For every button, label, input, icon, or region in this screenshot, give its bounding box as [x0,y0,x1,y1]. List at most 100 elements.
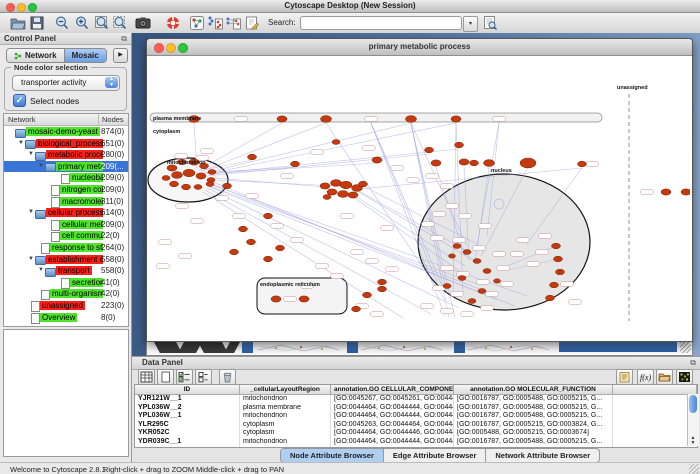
network-node[interactable] [406,116,417,123]
table-cell[interactable]: [GO:0016787, GO:0005488, GO:0005215, G..… [454,395,613,404]
network-node[interactable] [170,181,179,187]
tab-edge-attribute-browser[interactable]: Edge Attribute Browser [383,449,485,462]
network-node[interactable] [327,189,337,195]
network-node[interactable] [463,250,471,255]
search-dropdown-arrow-icon[interactable]: ▾ [463,16,478,32]
network-node[interactable] [552,243,561,249]
table-cell[interactable]: [GO:0044464, GO:0044444, GO:0044425, G..… [331,438,454,447]
help-lifering-icon[interactable] [165,15,181,31]
network-node[interactable] [194,185,202,190]
network-node[interactable] [239,226,248,232]
network-node[interactable] [484,160,495,167]
table-cell[interactable] [613,404,697,413]
table-cell[interactable]: [GO:0016787, GO:0005488, GO:0005215, G..… [454,404,613,413]
network-node[interactable] [352,306,361,312]
table-cell[interactable]: YLR295C [135,421,240,430]
network-node[interactable] [556,269,565,275]
layout-nodes-icon[interactable] [207,15,223,31]
node-color-dropdown[interactable]: transporter activity ▲▼ [12,75,120,91]
scrollbar-thumb[interactable] [689,395,697,413]
snapshot-icon[interactable] [135,15,151,31]
network-node[interactable] [520,158,536,168]
attribute-matrix-icon[interactable] [676,369,693,385]
table-cell[interactable] [613,421,697,430]
table-cell[interactable]: plasma membrane [240,404,331,413]
tree-item-response-to-stimulu[interactable]: response to stimulu264(0) [4,242,128,254]
table-cell[interactable]: YPL036W__2 [135,404,240,413]
network-node[interactable] [455,142,464,148]
network-node[interactable] [451,116,461,122]
resize-grip-icon[interactable] [689,464,699,474]
table-row[interactable]: YJR121W__1mitochondrion[GO:0045267, GO:0… [135,395,697,404]
tree-item-nucleobase-[interactable]: nucleobase-209(0) [4,172,128,184]
network-node[interactable] [425,147,434,153]
network-node[interactable] [230,249,239,255]
network-node[interactable] [550,282,559,288]
table-cell[interactable]: [GO:0044464, GO:0044444, GO:0044425, G..… [331,412,454,421]
attribute-batch-icon[interactable] [616,369,633,385]
table-cell[interactable]: mitochondrion [240,395,331,404]
network-node[interactable] [372,157,382,163]
network-node[interactable] [247,239,256,245]
table-cell[interactable]: [GO:0016787, GO:0005488, GO:0005215, G..… [454,412,613,421]
network-node[interactable] [299,296,309,302]
unselect-attributes-icon[interactable] [195,369,212,385]
table-cell[interactable] [613,438,697,447]
import-attributes-icon[interactable] [656,369,673,385]
expander-triangle-icon[interactable]: ▼ [28,209,34,215]
network-node[interactable] [378,279,387,285]
network-node[interactable] [359,181,368,187]
tree-item-primary-metabo[interactable]: ▼primary metabo209(... [4,161,128,173]
network-node[interactable] [681,189,690,195]
network-view-window[interactable]: primary metabolic process plasma membran… [146,38,693,342]
network-node[interactable] [182,184,191,190]
select-attributes-icon[interactable] [176,369,193,385]
network-node[interactable] [264,256,273,262]
network-node[interactable] [248,154,257,160]
tree-item-metabolic-process[interactable]: ▼metabolic process280(0) [4,149,128,161]
annotation-icon[interactable] [244,15,260,31]
network-node[interactable] [338,191,349,198]
search-input[interactable] [300,16,462,30]
table-scrollbar[interactable]: ▲▼ [687,394,699,446]
table-cell[interactable]: [GO:0045267, GO:0045261, GO:0044464, G..… [331,395,454,404]
table-cell[interactable]: [GO:0005488, GO:0005215, GO:0003674] [454,429,613,438]
table-cell[interactable]: YPL036W__1 [135,412,240,421]
network-node[interactable] [277,116,287,122]
network-node[interactable] [196,173,206,179]
tab-overflow-arrow[interactable]: ▶ [113,48,128,63]
tree-item-establishment-of-lo[interactable]: ▼establishment of lo558(0) [4,254,128,266]
zoom-in-icon[interactable] [74,15,90,31]
expander-triangle-icon[interactable]: ▼ [28,151,34,157]
network-node[interactable] [363,292,372,298]
network-node[interactable] [172,172,183,179]
network-node[interactable] [431,160,441,166]
table-cell[interactable] [613,395,697,404]
tree-item-multi-organism-pro[interactable]: multi-organism pro42(0) [4,288,128,300]
network-node[interactable] [332,140,340,145]
network-node[interactable] [494,279,501,283]
table-cell[interactable]: [GO:0045263, GO:0044464, GO:0044455, G..… [331,421,454,430]
network-node[interactable] [468,299,476,304]
tree-item-overview[interactable]: Overview8(0) [4,312,128,324]
table-cell[interactable]: [GO:0044464, GO:0044446, GO:0044444, G..… [331,429,454,438]
tree-item-biological-process[interactable]: ▼biological_process651(0) [4,138,128,150]
network-canvas[interactable]: plasma membranecytoplasmmitochondrionnuc… [147,56,690,341]
network-node[interactable] [276,245,285,251]
column-header[interactable]: _cellularLayoutRegion [240,385,331,394]
network-node[interactable] [661,189,671,195]
network-node[interactable] [378,286,387,292]
scrollbar-arrows-icon[interactable]: ▲▼ [688,436,698,446]
layout-edges-icon[interactable] [225,15,241,31]
tree-item-cellular-metabol[interactable]: cellular metabol209(0) [4,219,128,231]
table-row[interactable]: YDR039C__1mitochondrion[GO:0044464, GO:0… [135,438,697,447]
network-node[interactable] [578,161,587,167]
network-node[interactable] [473,259,481,264]
tab-mosaic[interactable]: Mosaic [64,49,106,62]
tree-item-macromolecule[interactable]: macromolecule311(0) [4,196,128,208]
table-cell[interactable]: cytoplasm [240,429,331,438]
network-node[interactable] [208,170,216,175]
network-node[interactable] [348,192,358,198]
table-cell[interactable]: YKR052C [135,429,240,438]
network-node[interactable] [458,276,466,281]
